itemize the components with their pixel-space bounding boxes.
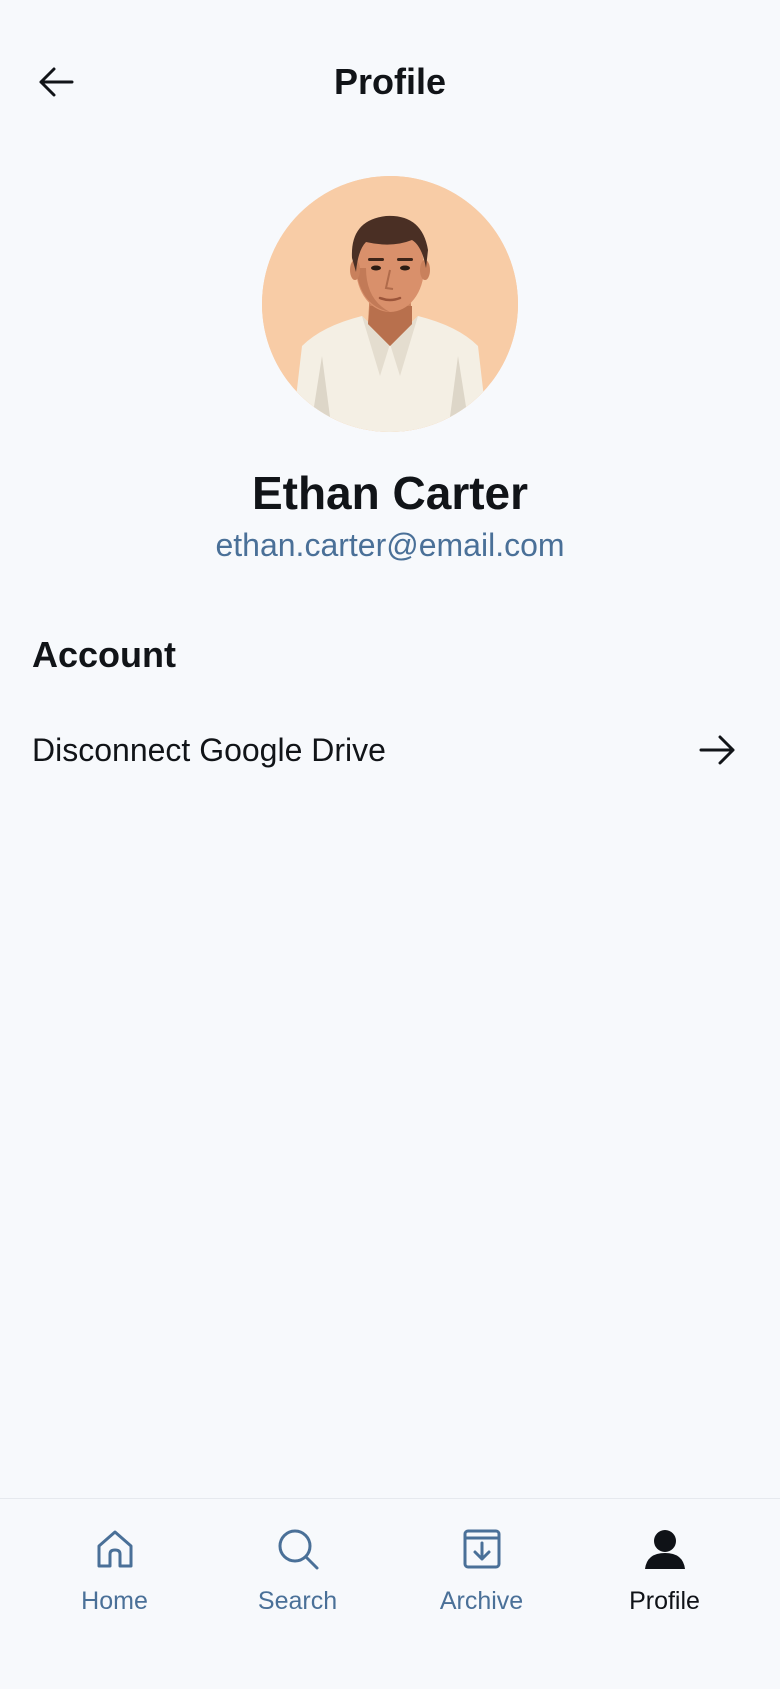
section-title-account: Account [32,634,176,675]
avatar [262,176,518,432]
list-item-label: Disconnect Google Drive [32,732,386,768]
nav-item-profile[interactable]: Profile [573,1499,756,1649]
nav-item-archive[interactable]: Archive [390,1499,573,1649]
header: Profile [0,0,780,160]
user-portrait-avatar [262,176,518,432]
search-icon [274,1525,322,1573]
nav-item-home[interactable]: Home [23,1499,206,1649]
user-name: Ethan Carter [251,467,529,519]
nav-label: Profile [629,1587,700,1615]
nav-label: Archive [439,1587,524,1615]
home-icon [91,1525,139,1573]
archive-icon [458,1525,506,1573]
person-icon [641,1525,689,1573]
disconnect-google-drive-item[interactable]: Disconnect Google Drive [32,714,748,786]
nav-item-search[interactable]: Search [206,1499,389,1649]
bottom-nav: Home Search Archive Profile [0,1498,780,1689]
arrow-right-icon [694,726,742,774]
nav-label: Search [257,1587,338,1615]
page-title: Profile [333,61,447,102]
user-email: ethan.carter@email.com [215,527,565,563]
nav-label: Home [81,1587,148,1615]
